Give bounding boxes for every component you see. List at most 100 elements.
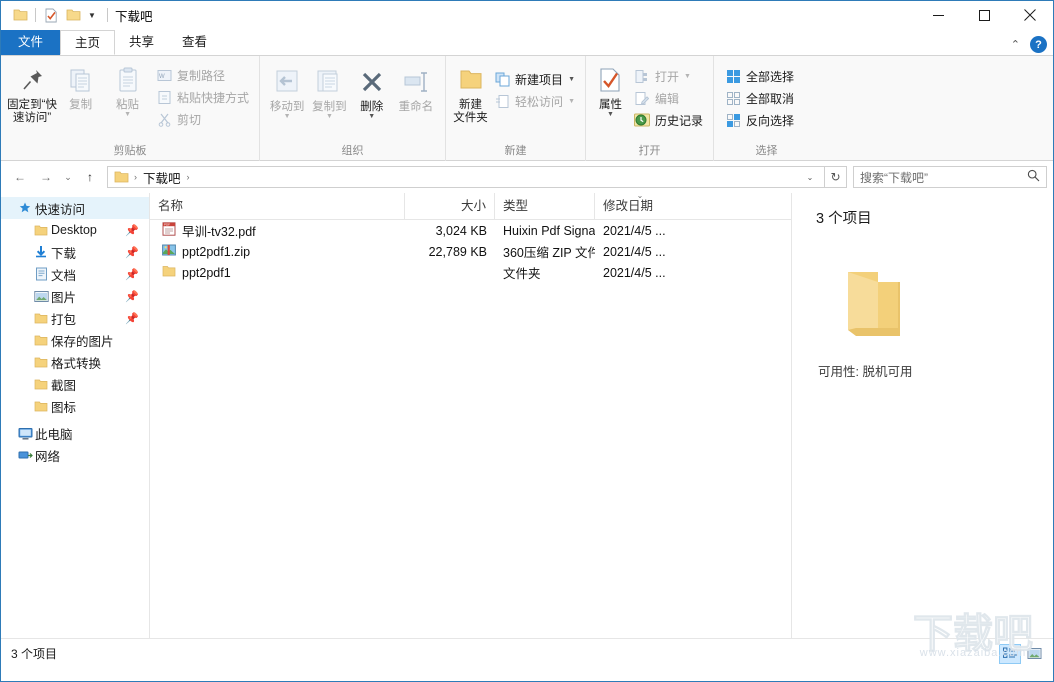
computer-icon: [15, 427, 35, 440]
qat-folder-icon[interactable]: [9, 4, 31, 26]
easy-access-icon: [493, 92, 511, 110]
up-button[interactable]: ↑: [77, 164, 103, 190]
file-explorer-window: ▼ 下载吧 文件 主页 共享 查看 ⌃ ?: [0, 0, 1054, 682]
sidebar-item-saved-pictures[interactable]: 保存的图片: [1, 329, 149, 351]
download-icon: [31, 245, 51, 259]
documents-icon: [31, 267, 51, 281]
minimize-button[interactable]: [915, 1, 961, 29]
column-header-type[interactable]: 类型: [495, 193, 595, 219]
pin-to-quick-access-button[interactable]: 固定到“快 速访问”: [7, 60, 57, 125]
easy-access-caret-icon[interactable]: ▼: [568, 98, 575, 105]
select-none-button[interactable]: 全部取消: [720, 87, 798, 109]
search-input[interactable]: 搜索“下载吧”: [860, 169, 928, 186]
sidebar-label-network: 网络: [35, 446, 60, 465]
copy-button[interactable]: 复制: [57, 60, 104, 112]
copy-to-caret-icon[interactable]: ▼: [326, 114, 333, 120]
svg-text:PDF: PDF: [164, 223, 170, 227]
breadcrumb[interactable]: › 下载吧 › ⌄: [107, 166, 825, 188]
new-folder-button[interactable]: 新建 文件夹: [452, 60, 489, 125]
paste-shortcut-button[interactable]: 粘贴快捷方式: [151, 86, 253, 108]
window-title: 下载吧: [115, 6, 153, 25]
forward-button[interactable]: →: [33, 164, 59, 190]
invert-selection-button[interactable]: 反向选择: [720, 109, 798, 131]
properties-button[interactable]: 属性 ▼: [592, 60, 629, 118]
column-header-size[interactable]: 大小: [405, 193, 495, 219]
sidebar-item-desktop[interactable]: Desktop 📌: [1, 219, 149, 241]
collapse-ribbon-icon[interactable]: ⌃: [1011, 38, 1020, 51]
qat-new-folder-icon[interactable]: [62, 4, 84, 26]
paste-caret-icon[interactable]: ▼: [124, 112, 131, 118]
recent-locations-button[interactable]: ⌄: [59, 164, 77, 190]
file-name: ppt2pdf1.zip: [182, 245, 250, 259]
sidebar-item-screenshots[interactable]: 截图: [1, 373, 149, 395]
close-button[interactable]: [1007, 1, 1053, 29]
back-button[interactable]: ←: [7, 164, 33, 190]
new-item-caret-icon[interactable]: ▼: [568, 76, 575, 83]
copy-path-button[interactable]: W 复制路径: [151, 64, 253, 86]
sidebar-item-this-pc[interactable]: 此电脑: [1, 422, 149, 444]
refresh-button[interactable]: ↻: [825, 166, 847, 188]
breadcrumb-item-0[interactable]: 下载吧: [140, 168, 184, 187]
sidebar-item-documents[interactable]: 文档 📌: [1, 263, 149, 285]
select-none-label: 全部取消: [746, 90, 794, 107]
table-row[interactable]: ppt2pdf1.zip 22,789 KB 360压缩 ZIP 文件 2021…: [150, 241, 791, 262]
paste-button[interactable]: 粘贴 ▼: [104, 60, 151, 118]
delete-caret-icon[interactable]: ▼: [368, 114, 375, 120]
pin-icon[interactable]: 📌: [125, 268, 139, 281]
rename-label: 重命名: [399, 101, 434, 114]
history-button[interactable]: 历史记录: [629, 109, 707, 131]
edit-label: 编辑: [655, 90, 679, 107]
folder-icon: [31, 378, 51, 391]
rename-button[interactable]: 重命名: [393, 62, 439, 114]
sidebar-item-packing[interactable]: 打包 📌: [1, 307, 149, 329]
edit-button[interactable]: 编辑: [629, 87, 707, 109]
table-row[interactable]: ppt2pdf1 文件夹 2021/4/5 ...: [150, 262, 791, 283]
open-caret-icon[interactable]: ▼: [684, 73, 691, 80]
sidebar-label-desktop: Desktop: [51, 223, 97, 237]
pin-icon[interactable]: 📌: [125, 246, 139, 259]
new-group-label: 新建: [452, 142, 579, 161]
sidebar-item-quick-access[interactable]: 快速访问: [1, 197, 149, 219]
properties-caret-icon[interactable]: ▼: [607, 112, 614, 118]
column-header-date[interactable]: ⌄ 修改日期: [595, 193, 685, 219]
open-button[interactable]: 打开 ▼: [629, 65, 707, 87]
tab-home[interactable]: 主页: [60, 30, 115, 55]
copy-to-button[interactable]: 复制到 ▼: [308, 62, 350, 120]
details-view-button[interactable]: [999, 644, 1021, 664]
open-icon: [633, 67, 651, 85]
select-all-button[interactable]: 全部选择: [720, 65, 798, 87]
sidebar-item-icons[interactable]: 图标: [1, 395, 149, 417]
tab-file[interactable]: 文件: [1, 30, 60, 55]
sidebar-item-pictures[interactable]: 图片 📌: [1, 285, 149, 307]
sidebar-item-network[interactable]: 网络: [1, 444, 149, 466]
pin-icon[interactable]: 📌: [125, 290, 139, 303]
pin-icon[interactable]: 📌: [125, 312, 139, 325]
move-to-button[interactable]: 移动到 ▼: [266, 62, 308, 120]
sidebar-item-format-conversion[interactable]: 格式转换: [1, 351, 149, 373]
maximize-button[interactable]: [961, 1, 1007, 29]
address-dropdown-icon[interactable]: ⌄: [800, 166, 820, 188]
search-box[interactable]: 搜索“下载吧”: [853, 166, 1047, 188]
help-icon[interactable]: ?: [1030, 36, 1047, 53]
column-header-name[interactable]: 名称: [150, 193, 405, 219]
pin-icon[interactable]: 📌: [125, 224, 139, 237]
qat-dropdown-icon[interactable]: ▼: [84, 4, 100, 26]
folder-icon: [31, 400, 51, 413]
qat-properties-icon[interactable]: [40, 4, 62, 26]
sidebar-item-downloads[interactable]: 下载 📌: [1, 241, 149, 263]
search-icon[interactable]: [1027, 169, 1040, 185]
delete-button[interactable]: 删除 ▼: [351, 62, 393, 120]
title-separator: [107, 8, 108, 22]
large-icons-view-button[interactable]: [1023, 644, 1045, 664]
table-row[interactable]: PDF 早训-tv32.pdf 3,024 KB Huixin Pdf Sign…: [150, 220, 791, 241]
file-size: 22,789 KB: [405, 245, 495, 259]
new-item-button[interactable]: 新建项目 ▼: [489, 68, 579, 90]
tab-share[interactable]: 共享: [115, 30, 168, 55]
tab-view[interactable]: 查看: [168, 30, 221, 55]
easy-access-button[interactable]: 轻松访问 ▼: [489, 90, 579, 112]
cut-button[interactable]: 剪切: [151, 108, 253, 130]
move-to-caret-icon[interactable]: ▼: [284, 114, 291, 120]
breadcrumb-separator-1[interactable]: ›: [184, 172, 193, 182]
breadcrumb-separator-0[interactable]: ›: [131, 172, 140, 182]
pin-label-line2: 速访问”: [13, 112, 51, 124]
